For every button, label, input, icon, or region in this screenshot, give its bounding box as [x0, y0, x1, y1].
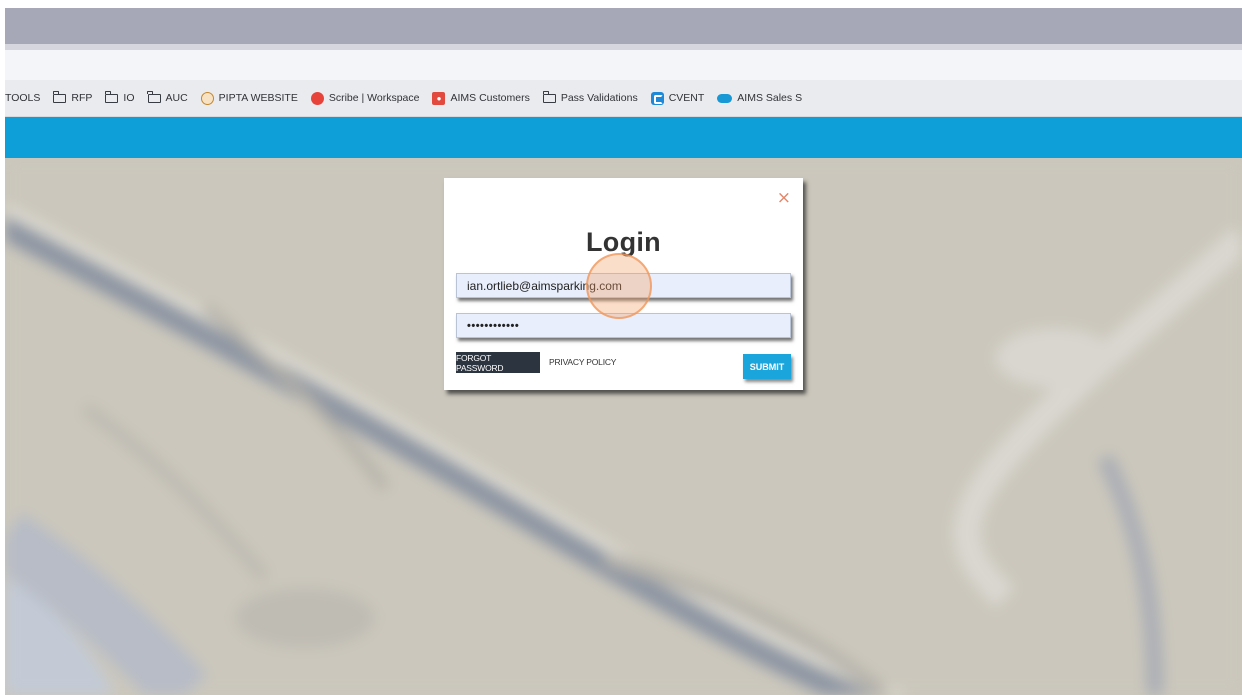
cvent-logo-icon [650, 91, 664, 105]
folder-icon [105, 90, 119, 103]
bookmark-label: RFP [71, 92, 93, 104]
submit-button[interactable]: SUBMIT [743, 354, 791, 379]
bookmark-scribe-workspace[interactable]: Scribe | Workspace [310, 91, 420, 105]
browser-title-bar [5, 8, 1242, 44]
bookmark-label: AIMS Customers [450, 92, 530, 104]
close-icon[interactable]: × [777, 188, 791, 208]
bookmark-aims-customers[interactable]: ● AIMS Customers [432, 91, 530, 105]
bookmark-label: AUC [165, 92, 188, 104]
bookmark-label: AIMS Sales S [737, 92, 803, 104]
scribe-logo-icon [310, 91, 324, 105]
bookmark-label: PIPTA WEBSITE [218, 92, 298, 104]
bookmarks-bar: TOOLS RFP IO AUC PIPTA WEBSITE Scribe | … [5, 80, 1242, 117]
login-modal: × Login ian.ortlieb@aimsparking.com ••••… [444, 178, 803, 390]
folder-icon [147, 90, 161, 103]
forgot-password-button[interactable]: FORGOT PASSWORD [456, 352, 540, 373]
address-bar[interactable] [5, 50, 1242, 80]
pipta-logo-icon [200, 91, 214, 105]
folder-icon [542, 90, 556, 103]
bookmark-label: CVENT [668, 92, 705, 104]
browser-window: TOOLS RFP IO AUC PIPTA WEBSITE Scribe | … [5, 8, 1242, 695]
bookmark-label: Pass Validations [560, 92, 638, 104]
bookmark-rfp[interactable]: RFP [53, 90, 93, 104]
salesforce-cloud-icon [717, 93, 733, 103]
bookmark-pass-validations[interactable]: Pass Validations [542, 90, 638, 104]
bookmark-label: IO [123, 92, 135, 104]
email-field[interactable]: ian.ortlieb@aimsparking.com [456, 273, 791, 298]
map-pin-icon: ● [432, 91, 446, 105]
folder-icon [53, 90, 67, 103]
bookmark-pipta-website[interactable]: PIPTA WEBSITE [200, 91, 298, 105]
bookmark-aims-sales[interactable]: AIMS Sales S [717, 92, 802, 104]
privacy-policy-link[interactable]: PRIVACY POLICY [549, 357, 616, 367]
bookmark-auc[interactable]: AUC [147, 90, 188, 104]
bookmark-label: TOOLS [5, 92, 41, 104]
login-title: Login [586, 227, 661, 257]
bookmark-tools[interactable]: TOOLS [5, 92, 40, 104]
password-field[interactable]: •••••••••••• [456, 313, 791, 338]
bookmark-cvent[interactable]: CVENT [650, 91, 705, 105]
bookmark-io[interactable]: IO [105, 90, 135, 104]
site-header-bar [5, 117, 1242, 158]
bookmark-label: Scribe | Workspace [328, 92, 420, 104]
